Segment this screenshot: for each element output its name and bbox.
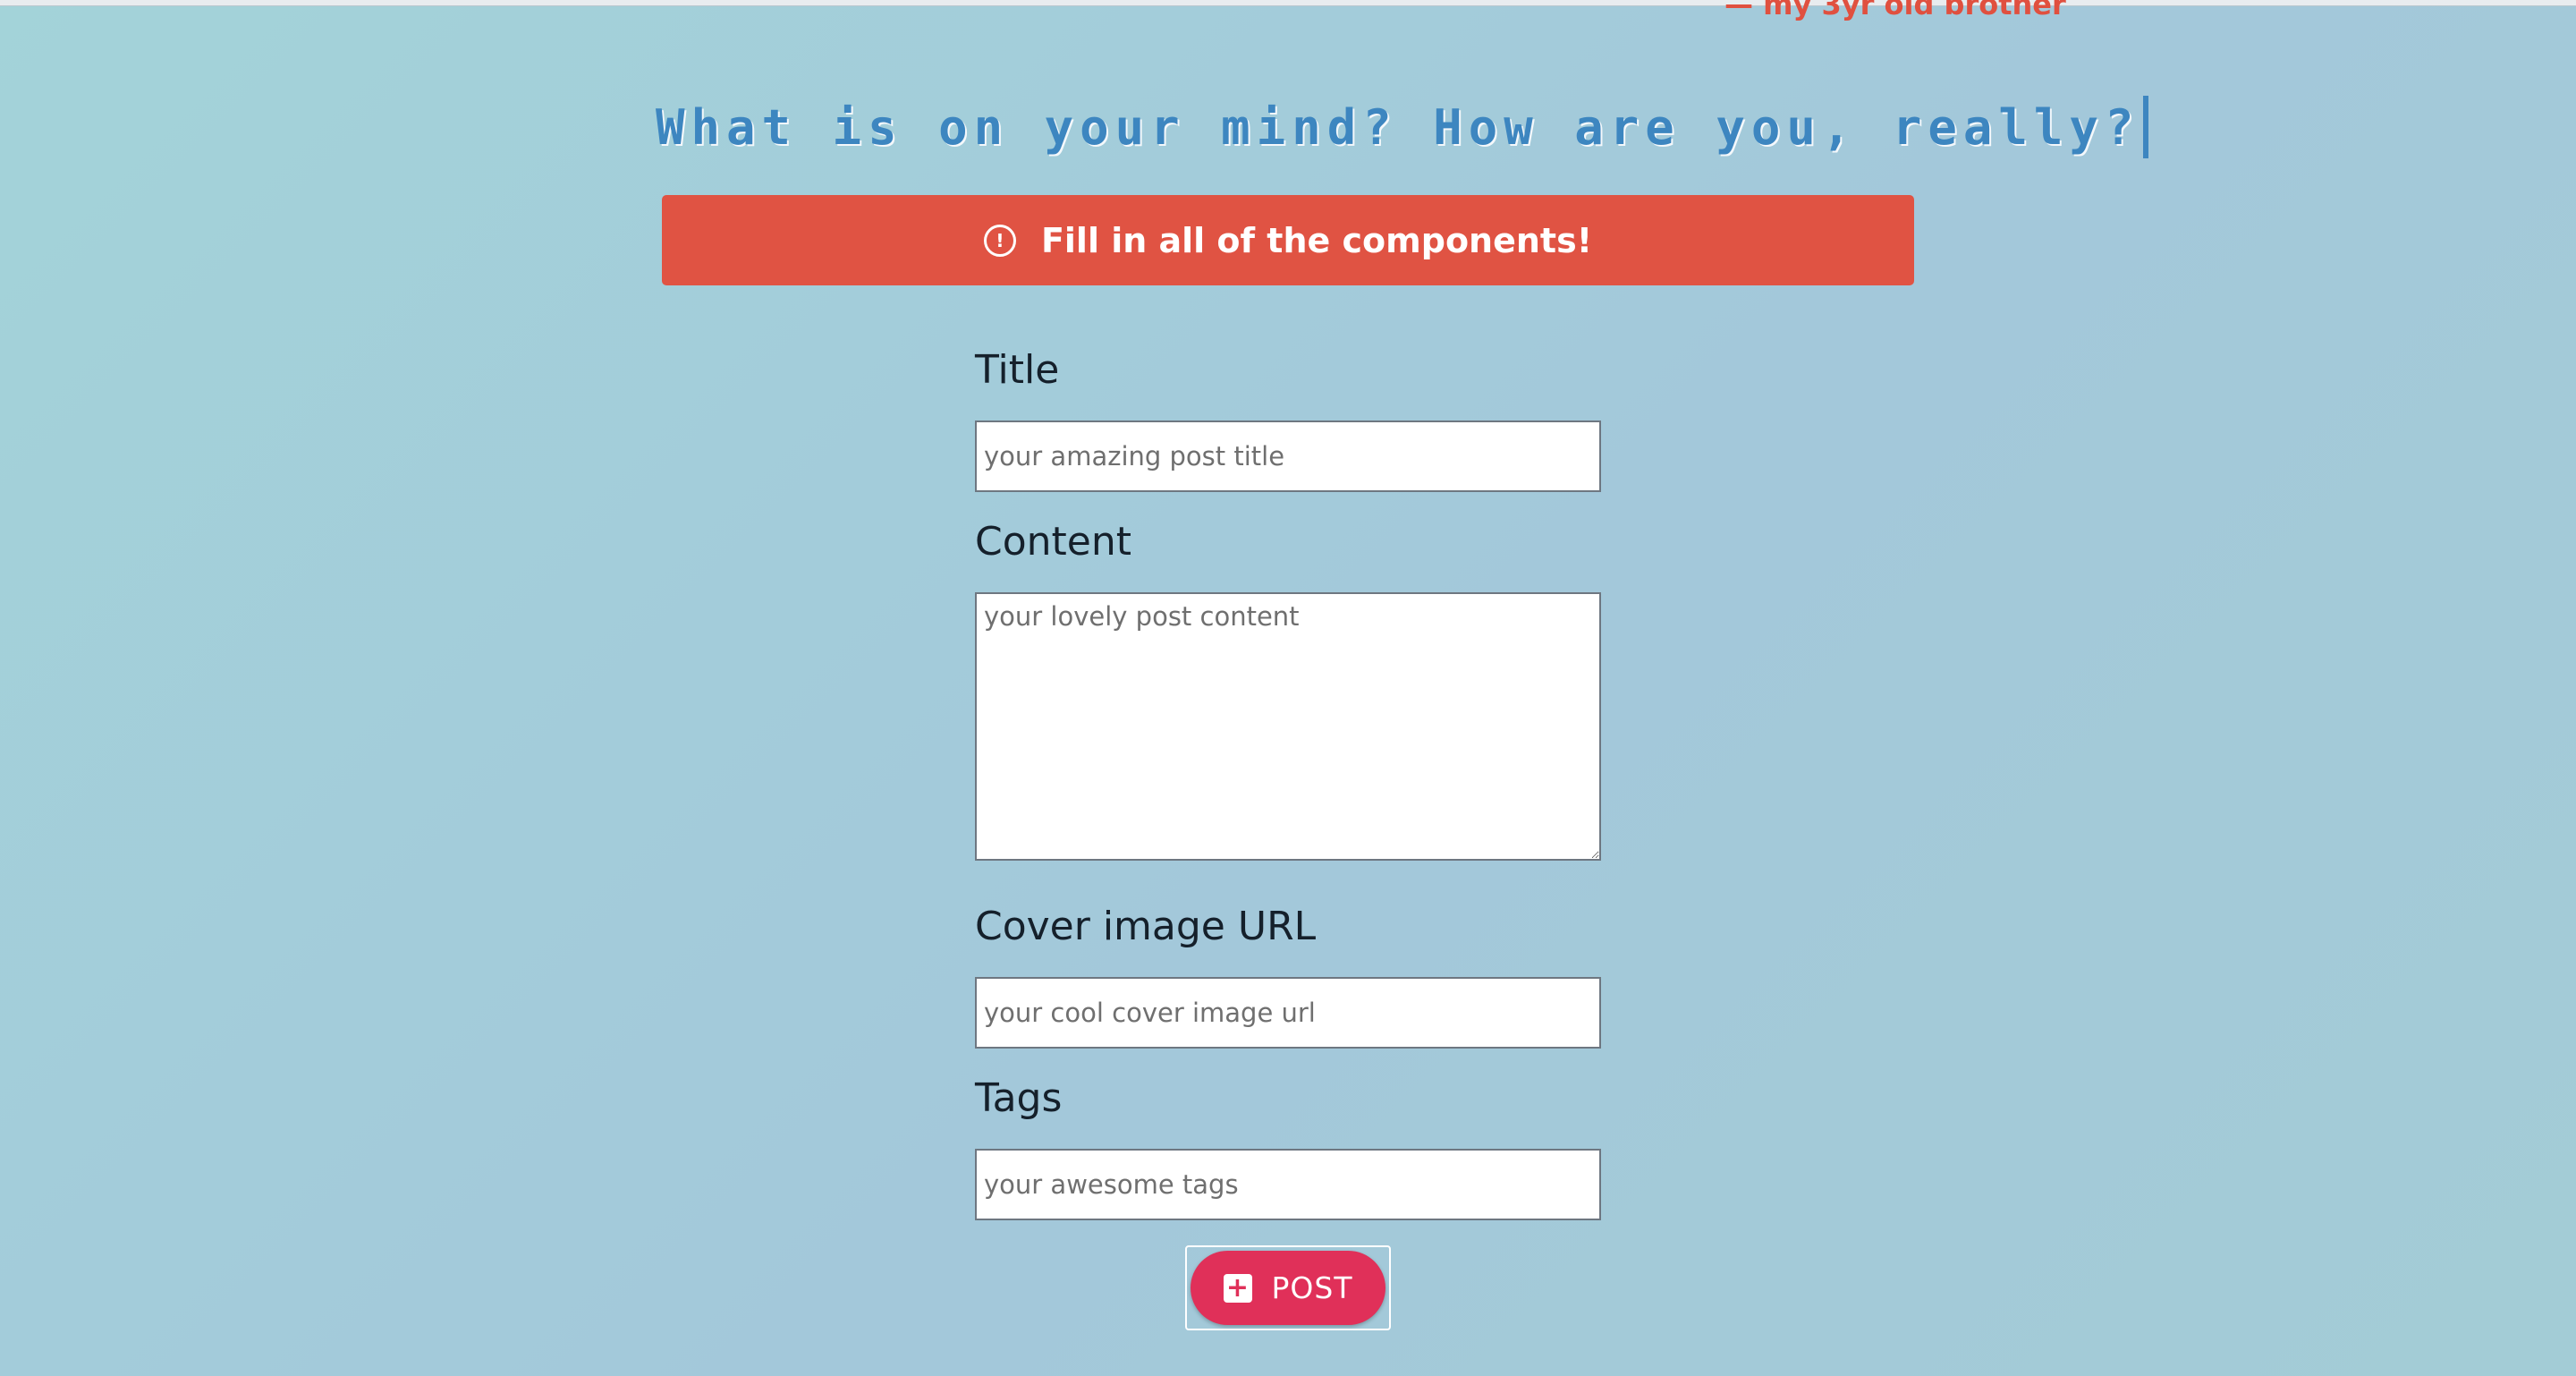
headline-container: What is on your mind? How are you, reall… — [656, 91, 2149, 163]
post-button[interactable]: + POST — [1191, 1251, 1385, 1325]
content-textarea[interactable] — [975, 592, 1601, 861]
title-input[interactable] — [975, 420, 1601, 492]
cover-image-url-label: Cover image URL — [975, 904, 1317, 949]
top-divider — [0, 0, 2576, 6]
title-label: Title — [975, 347, 1060, 393]
post-button-label: POST — [1271, 1270, 1353, 1305]
quote-attribution: — my 3yr old brother — [1724, 0, 2066, 21]
typing-cursor — [2143, 96, 2149, 158]
content-label: Content — [975, 519, 1131, 565]
cover-image-url-input[interactable] — [975, 977, 1601, 1049]
plus-square-icon: + — [1223, 1273, 1252, 1303]
exclamation-circle-icon: ! — [983, 224, 1016, 257]
alert-message: Fill in all of the components! — [1040, 220, 1593, 260]
page-headline: What is on your mind? How are you, reall… — [656, 98, 2140, 156]
tags-label: Tags — [975, 1075, 1063, 1121]
validation-alert: ! Fill in all of the components! — [662, 195, 1914, 285]
post-button-focus-ring: + POST — [1185, 1245, 1391, 1330]
tags-input[interactable] — [975, 1149, 1601, 1220]
